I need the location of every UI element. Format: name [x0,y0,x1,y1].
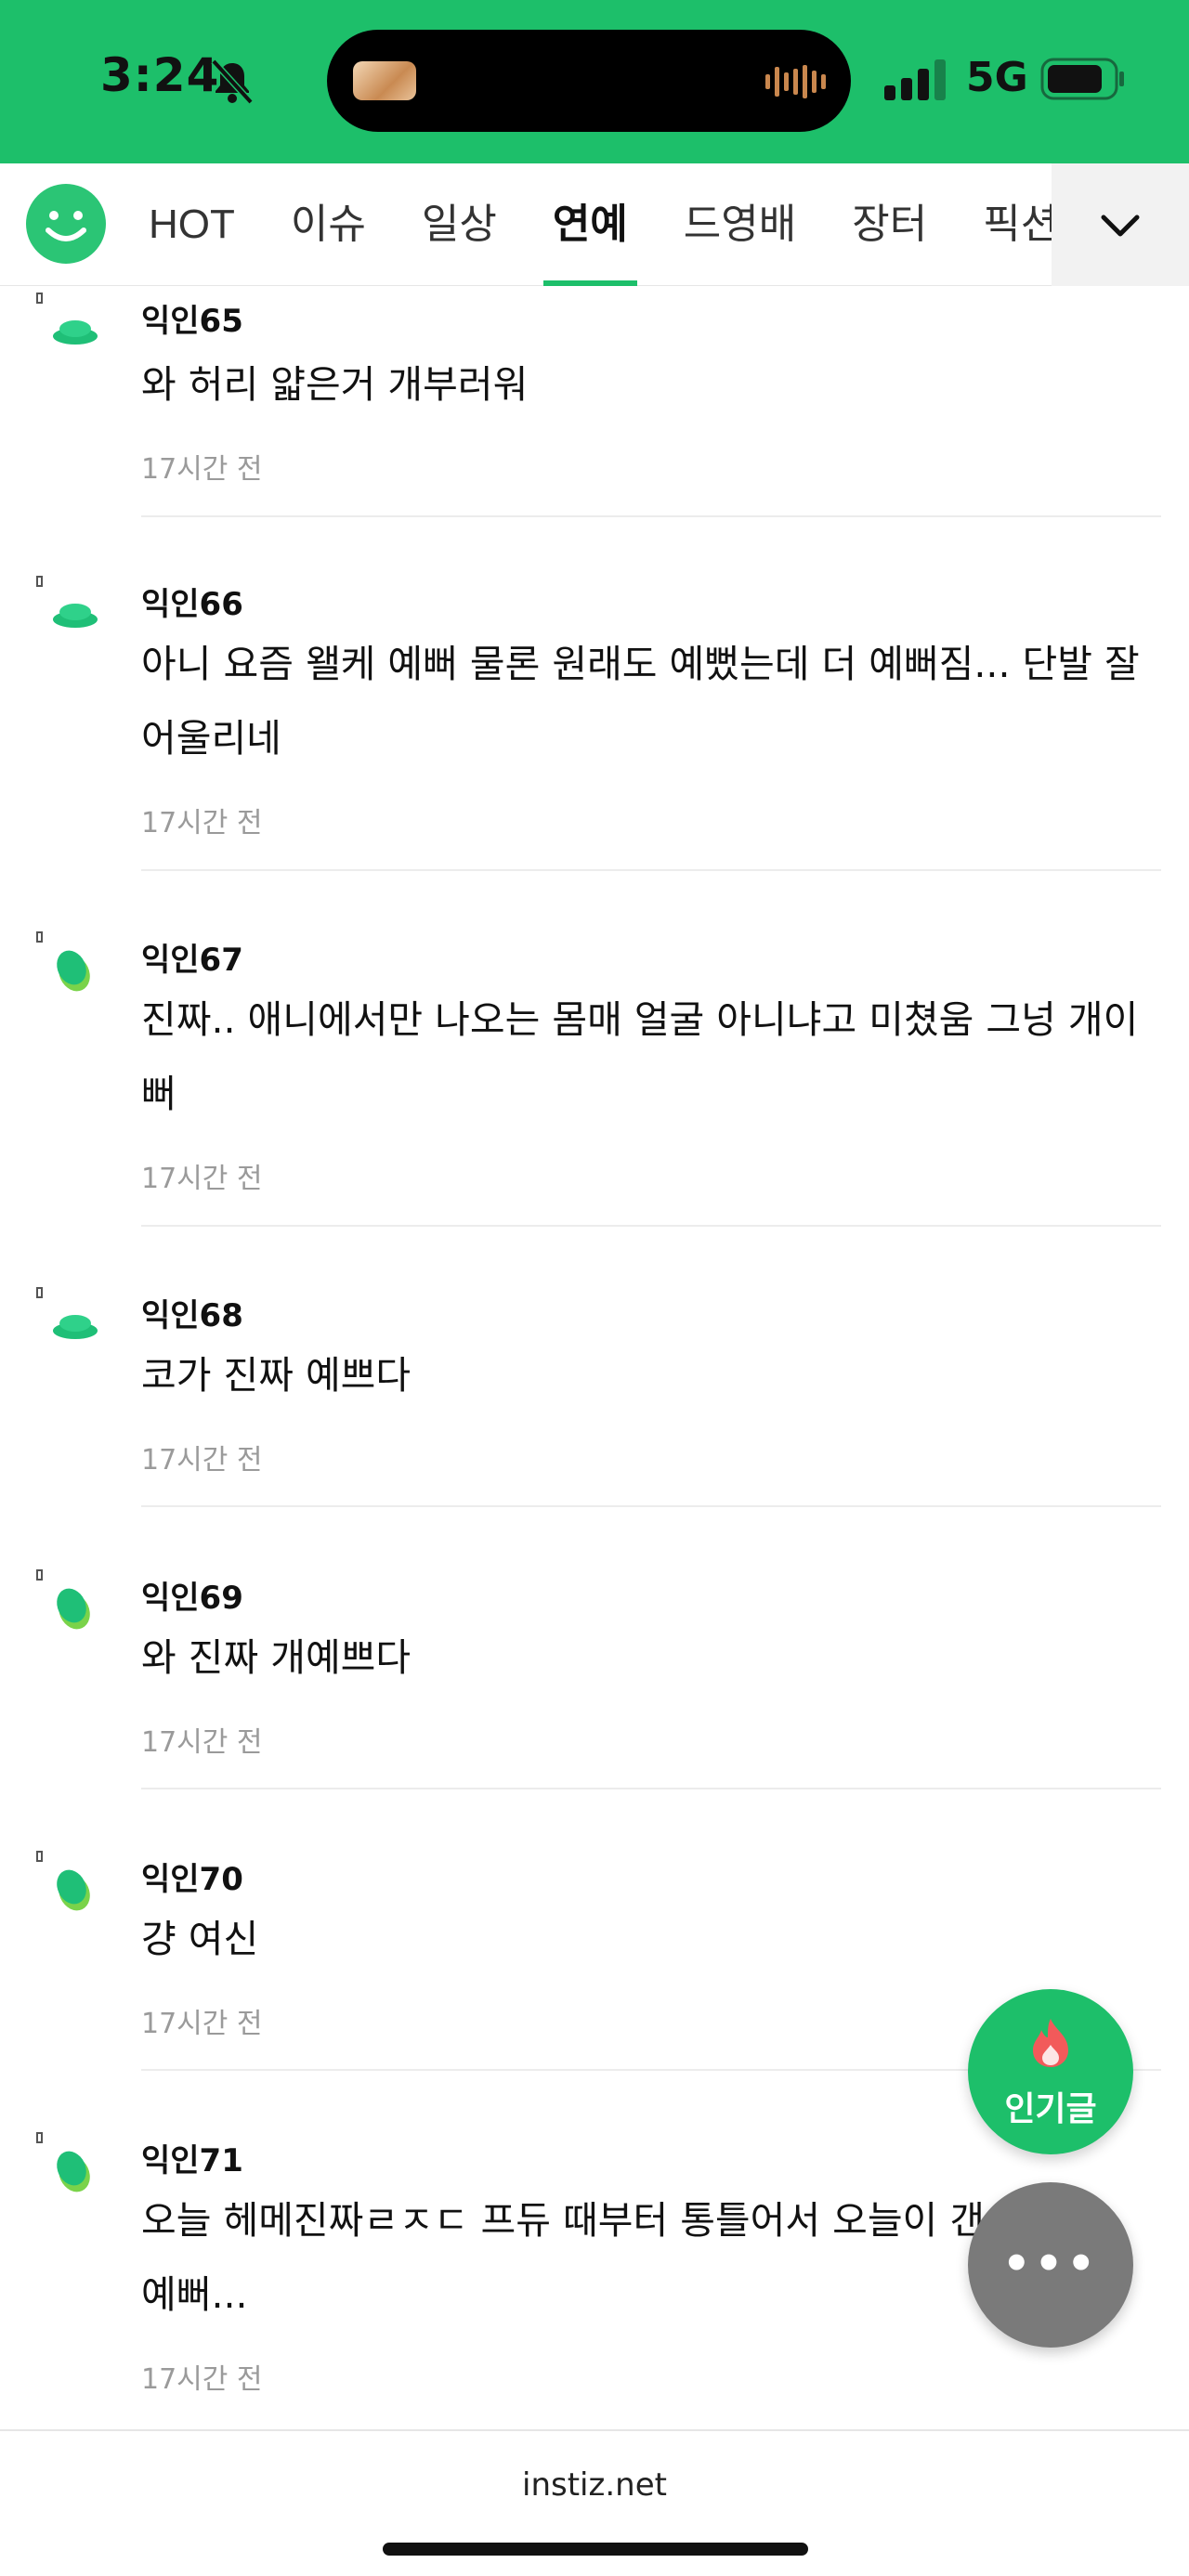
comment-avatar-icon [36,2132,90,2192]
comment-time: 17시간 전 [141,1444,263,1477]
comment-avatar-icon [36,576,98,628]
comment-author[interactable]: 익인66 [141,579,243,624]
flame-icon [1033,2019,1068,2067]
comment-item: 익인68 코가 진짜 예쁘다 17시간 전 [0,1227,1189,1510]
comment-author[interactable]: 익인65 [141,295,243,341]
comment-time: 17시간 전 [141,453,263,486]
comment-item: 익인66 아니 요즘 왤케 예뻐 물론 원래도 예뻤는데 더 예뻐짐... 단발… [0,515,1189,874]
comment-avatar-icon [36,931,90,992]
comment-text: 진짜.. 애니에서만 나오는 몸매 얼굴 아니냐고 미쳤움 그넝 개이 뻐 [141,997,1139,1116]
home-indicator[interactable] [383,2543,808,2556]
comment-time: 17시간 전 [141,2363,263,2396]
comment-avatar-icon [36,1569,90,1630]
comment-author[interactable]: 익인67 [141,934,243,980]
comment-avatar-icon [36,293,98,345]
more-dots-icon: ••• [1001,2238,1100,2290]
comment-item: 익인67 진짜.. 애니에서만 나오는 몸매 얼굴 아니냐고 미쳤움 그넝 개이… [0,871,1189,1229]
divider [141,1788,1161,1789]
comment-text: 코가 진짜 예쁘다 [141,1353,412,1398]
comment-time: 17시간 전 [141,2008,263,2040]
divider [141,1505,1161,1507]
comment-time: 17시간 전 [141,1163,263,1195]
comment-text: 와 진짜 개예쁘다 [141,1635,412,1680]
footer: instiz.net [0,2429,1189,2576]
popular-posts-button[interactable]: 인기글 [968,1989,1133,2154]
site-domain[interactable]: instiz.net [0,2466,1189,2504]
comment-text: 걍 여신 [141,1917,259,1961]
comment-avatar-icon [36,1851,90,1911]
comment-time: 17시간 전 [141,1726,263,1759]
more-menu-button[interactable]: ••• [968,2182,1133,2348]
comment-author[interactable]: 익인69 [141,1572,243,1618]
comment-author[interactable]: 익인71 [141,2135,243,2180]
comment-text: 와 허리 얇은거 개부러워 [141,362,529,407]
comment-time: 17시간 전 [141,807,263,839]
popular-posts-label: 인기글 [1004,2090,1097,2128]
comment-text: 아니 요즘 왤케 예뻐 물론 원래도 예뻤는데 더 예뻐짐... 단발 잘 어울… [141,642,1140,761]
comment-item: 익인69 와 진짜 개예쁘다 17시간 전 [0,1509,1189,1792]
comment-author[interactable]: 익인68 [141,1290,243,1335]
comment-author[interactable]: 익인70 [141,1854,243,1899]
comment-avatar-icon [36,1287,98,1339]
